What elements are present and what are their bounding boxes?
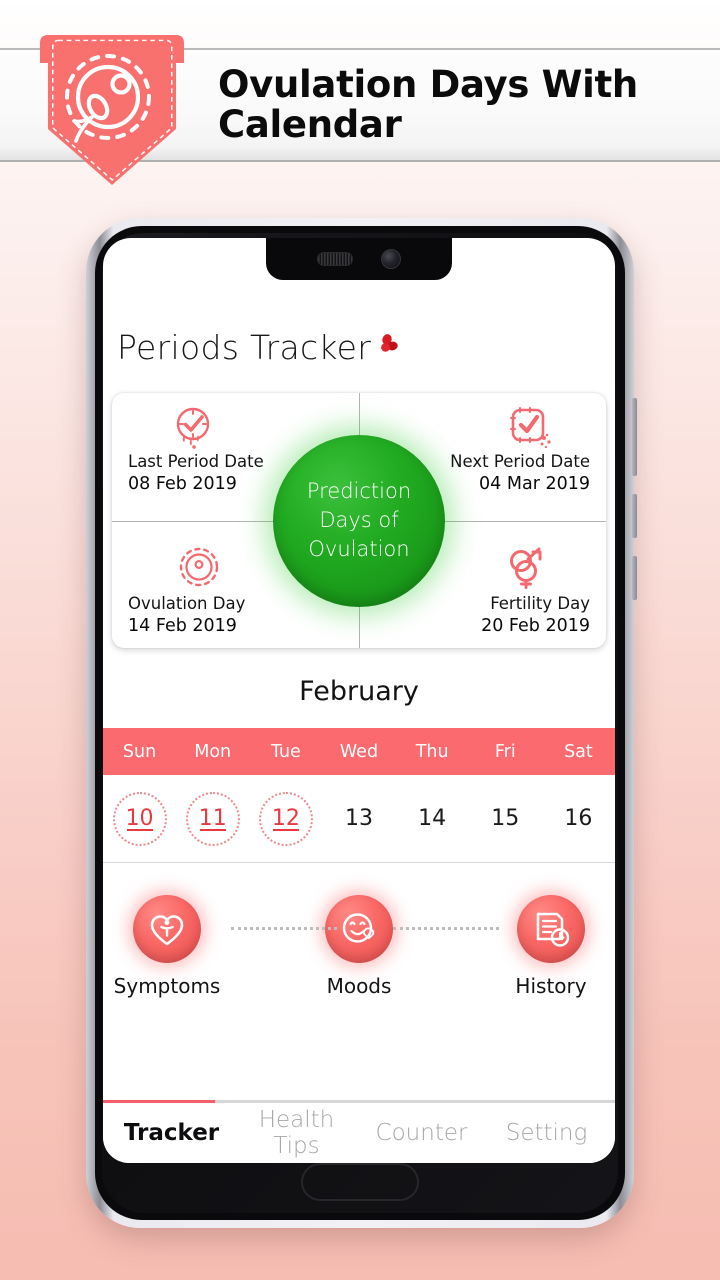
calendar-days-row: 10 11 12 13 14 15 16 — [103, 775, 615, 863]
calendar-day-cell[interactable]: 11 — [176, 791, 249, 846]
prediction-line-3: Ovulation — [308, 536, 410, 561]
page-title: Periods Tracker — [117, 328, 372, 367]
calendar-day-cell[interactable]: 16 — [542, 792, 615, 846]
phone-screen: Periods Tracker Last Period Date 08 Feb … — [103, 238, 615, 1163]
ovum-sperm-icon — [40, 35, 184, 185]
tab-tracker[interactable]: Tracker — [109, 1120, 234, 1146]
app-title-row: Periods Tracker — [103, 290, 615, 367]
app-content: Periods Tracker Last Period Date 08 Feb … — [103, 238, 615, 1163]
phone-home-button[interactable] — [301, 1163, 419, 1201]
symptoms-label: Symptoms — [113, 974, 221, 998]
weekday-thu: Thu — [415, 741, 449, 762]
earpiece-speaker-icon — [317, 252, 353, 266]
symptoms-button[interactable]: Symptoms — [114, 895, 220, 998]
front-camera-icon — [381, 249, 401, 269]
gender-symbols-icon — [506, 545, 546, 589]
weekday-sat: Sat — [564, 741, 593, 762]
prediction-line-1: Prediction — [306, 479, 412, 504]
history-button[interactable]: History — [501, 895, 601, 998]
calendar-day[interactable]: 16 — [551, 792, 605, 846]
prediction-circle[interactable]: Prediction Days of Ovulation — [273, 434, 445, 607]
fertility-day-date: 20 Feb 2019 — [481, 616, 590, 636]
calendar-day-cell[interactable]: 13 — [322, 792, 395, 846]
weekday-sun: Sun — [122, 741, 157, 762]
phone-mockup: Periods Tracker Last Period Date 08 Feb … — [86, 218, 637, 1228]
phone-volume-down-button — [632, 556, 637, 600]
prediction-card: Last Period Date 08 Feb 2019 Next Period… — [112, 393, 606, 648]
calendar-day-cell[interactable]: 10 — [103, 791, 176, 846]
calendar-day-cell[interactable]: 12 — [249, 791, 322, 846]
next-period-label: Next Period Date — [450, 452, 590, 471]
phone-notch — [266, 238, 452, 280]
moods-button[interactable]: Moods — [309, 895, 409, 998]
weekday-tue: Tue — [270, 741, 301, 762]
ovum-icon — [178, 545, 220, 589]
history-label: History — [515, 974, 587, 998]
active-tab-indicator — [103, 1100, 215, 1103]
ovulation-day-label: Ovulation Day — [128, 594, 246, 613]
calendar-check-icon — [508, 405, 552, 449]
ovulation-day-date: 14 Feb 2019 — [128, 616, 237, 636]
document-clock-icon — [517, 895, 585, 963]
calendar-day[interactable]: 10 — [112, 791, 167, 846]
fertility-day-label: Fertility Day — [490, 594, 590, 613]
last-period-label: Last Period Date — [128, 452, 264, 471]
weekday-wed: Wed — [339, 741, 379, 762]
calendar-day[interactable]: 11 — [185, 791, 240, 846]
calendar-day[interactable]: 14 — [405, 792, 459, 846]
action-connector-dots — [231, 927, 337, 930]
prediction-line-2: Days of — [319, 508, 399, 533]
calendar-day[interactable]: 15 — [478, 792, 532, 846]
heart-person-icon — [133, 895, 201, 963]
three-petal-flower-icon — [381, 334, 398, 352]
clock-check-drip-icon — [172, 405, 214, 449]
calendar-day[interactable]: 12 — [258, 791, 313, 846]
action-connector-dots — [393, 927, 499, 930]
bottom-tab-bar: Tracker Health Tips Counter Setting — [103, 1100, 615, 1163]
calendar-day-cell[interactable]: 15 — [469, 792, 542, 846]
tab-setting[interactable]: Setting — [484, 1120, 609, 1146]
tab-health-tips[interactable]: Health Tips — [234, 1107, 359, 1159]
weekday-mon: Mon — [194, 741, 232, 762]
next-period-date: 04 Mar 2019 — [479, 474, 590, 494]
tab-counter[interactable]: Counter — [359, 1120, 484, 1146]
calendar-day[interactable]: 13 — [332, 792, 386, 846]
calendar-month-label: February — [299, 676, 419, 707]
calendar-day-cell[interactable]: 14 — [396, 792, 469, 846]
phone-volume-up-button — [632, 494, 637, 538]
calendar-weekday-bar: Sun Mon Tue Wed Thu Fri Sat — [103, 728, 615, 775]
phone-side-button — [632, 398, 637, 476]
quick-actions-row: Symptoms Moods History — [103, 863, 615, 998]
header-title: Ovulation Days With Calendar — [218, 63, 638, 146]
last-period-date: 08 Feb 2019 — [128, 474, 237, 494]
moods-label: Moods — [326, 974, 392, 998]
weekday-fri: Fri — [494, 741, 516, 762]
